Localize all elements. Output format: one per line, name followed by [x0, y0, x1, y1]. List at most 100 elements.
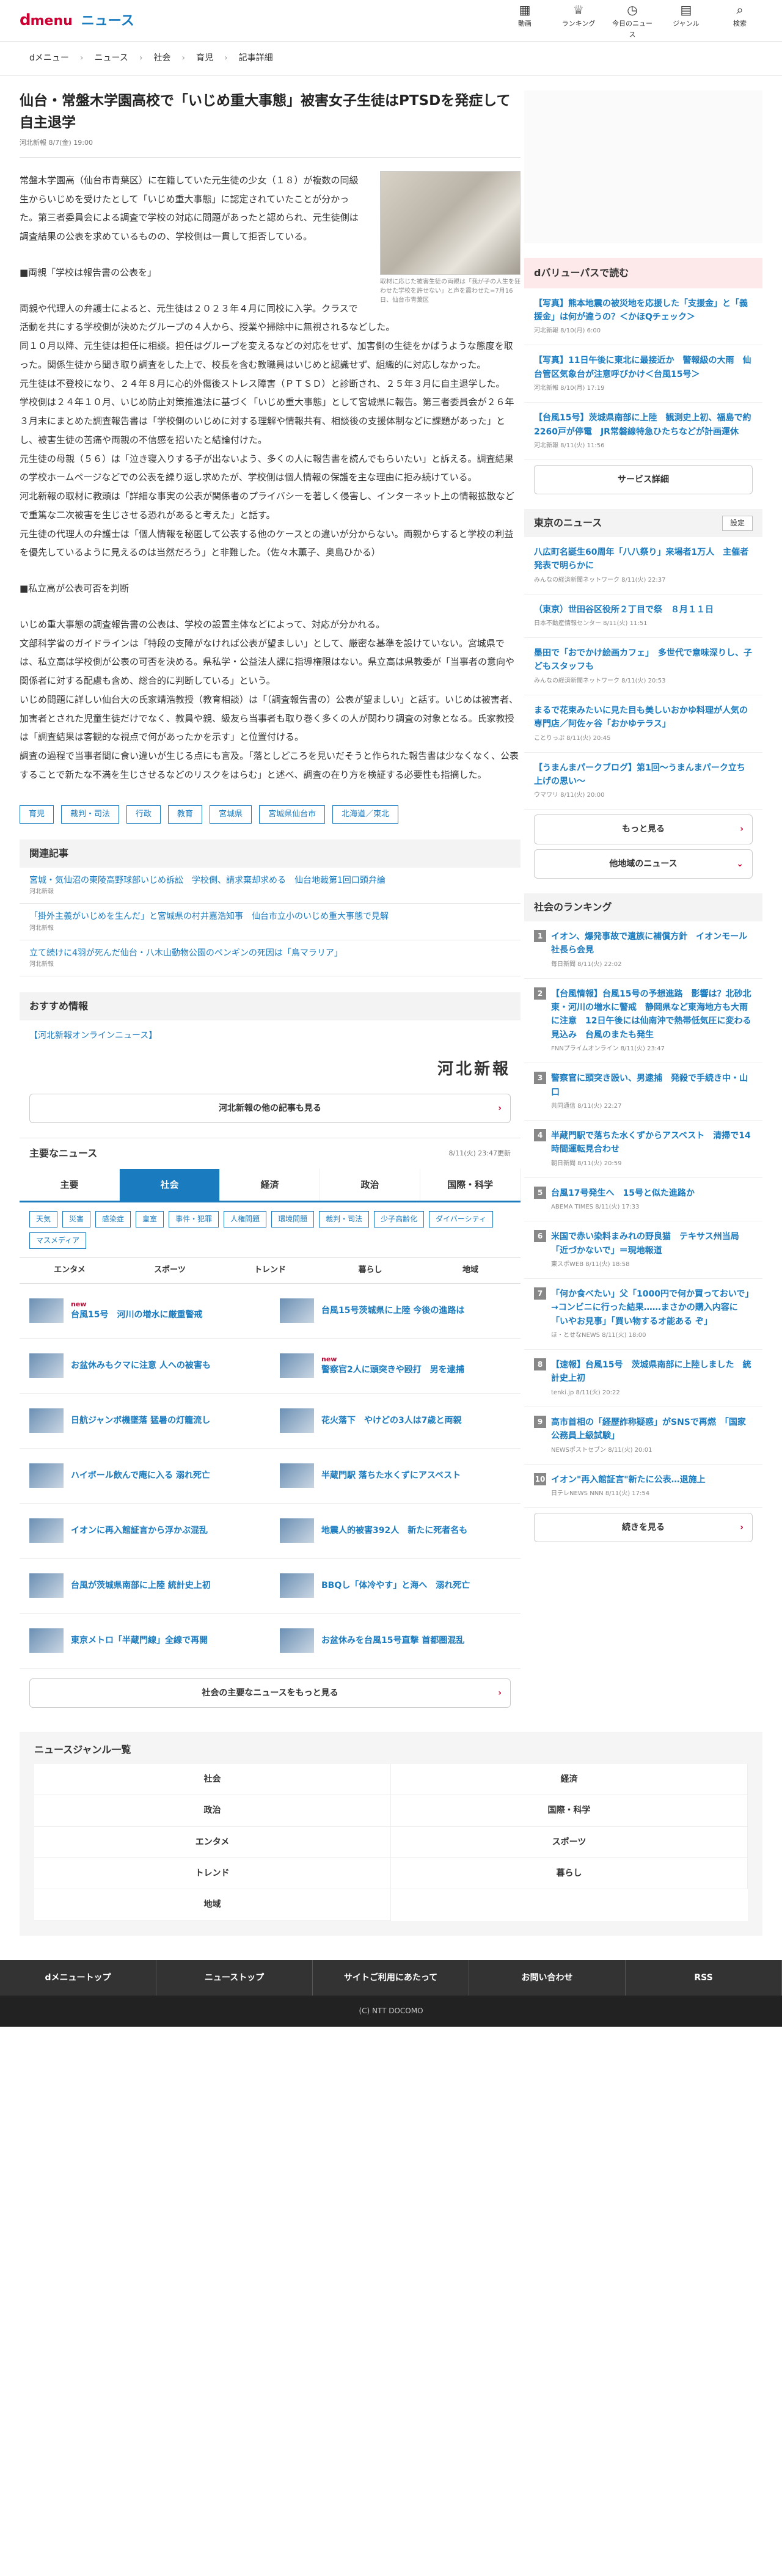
genre-link[interactable]: 経済 [391, 1763, 748, 1796]
nav-today[interactable]: ◷ 今日のニュース [610, 1, 655, 40]
nav-genre[interactable]: ▤ ジャンル [663, 1, 709, 40]
topic-chip[interactable]: 感染症 [95, 1210, 131, 1228]
service-detail-button[interactable]: サービス詳細 [534, 464, 753, 495]
tab-main[interactable]: 主要 [20, 1168, 120, 1201]
tokyo-news-item[interactable]: 墨田で「おでかけ絵画カフェ」 多世代で意味深りし、子どもスタッフも みんなの経済新… [524, 638, 762, 695]
news-item[interactable]: お盆休みもクマに注意 人への被害も [20, 1339, 270, 1394]
news-item[interactable]: 台風が茨城県南部に上陸 統計史上初 [20, 1559, 270, 1614]
news-item[interactable]: お盆休みを台風15号直撃 首都圏混乱 [270, 1614, 521, 1669]
dvalue-item[interactable]: 【写真】11日午後に東北に最接近か 警報級の大雨 仙台管区気象台が注意呼びかけ＜… [524, 345, 762, 403]
news-item[interactable]: 東京メトロ「半蔵門線」全線で再開 [20, 1614, 270, 1669]
breadcrumb-dmenu[interactable]: dメニュー [29, 51, 69, 65]
topic-chip[interactable]: 皇室 [136, 1210, 164, 1228]
tokyo-settings-button[interactable]: 設定 [722, 515, 753, 531]
tag[interactable]: 北海道／東北 [332, 805, 399, 824]
tab-economy[interactable]: 経済 [220, 1168, 320, 1201]
genre-link[interactable]: 暮らし [391, 1858, 748, 1890]
genre-link[interactable]: 政治 [34, 1795, 391, 1827]
ranking-item[interactable]: 8 【速報】台風15号 茨城県南部に上陸しました 統計史上初 tenki.jp 8/… [524, 1350, 762, 1407]
society-more-button[interactable]: 社会の主要なニュースをもっと見る › [29, 1678, 511, 1708]
nav-video[interactable]: ▦ 動画 [502, 1, 547, 40]
footer-terms[interactable]: サイトご利用にあたって [313, 1959, 469, 1996]
article-tags: 育児 裁判・司法 行政 教育 宮城県 宮城県仙台市 北海道／東北 [20, 805, 521, 824]
tokyo-news-item[interactable]: 八広町名誕生60周年「八八祭り」来場者1万人 主催者発表で明らかに みんなの経済新… [524, 537, 762, 595]
ranking-item[interactable]: 6 米国で赤い染料まみれの野良猫 テキサス州当局「近づかないで」＝現地報道 東スポW… [524, 1221, 762, 1279]
subtab-sports[interactable]: スポーツ [120, 1258, 220, 1283]
news-item[interactable]: イオンに再入館証言から浮かぶ混乱 [20, 1504, 270, 1559]
article-figure[interactable]: 取材に応じた被害生徒の両親は「我が子の人生を狂わせた学校を許せない」と声を震わせ… [380, 170, 521, 305]
tag[interactable]: 宮城県仙台市 [259, 805, 326, 824]
ranking-source: ほ・とせなNEWS 8/11(火) 18:00 [551, 1332, 646, 1339]
footer-contact[interactable]: お問い合わせ [469, 1959, 626, 1996]
tokyo-news-item[interactable]: 【うまんまパークブログ】第1回〜うまんまパーク立ち上げの思い〜 ウマワリ 8/11… [524, 753, 762, 810]
related-item[interactable]: 「掛外主義がいじめを生んだ」と宮城県の村井嘉浩知事 仙台市立小のいじめ重大事態で… [20, 904, 521, 940]
tab-international[interactable]: 国際・科学 [420, 1168, 521, 1201]
topic-chip[interactable]: 少子高齢化 [374, 1210, 425, 1228]
news-item[interactable]: 半蔵門駅 落ちた水くずにアスベスト [270, 1449, 521, 1504]
ranking-item[interactable]: 9 高市首相の「経歴詐称疑惑」がSNSで再燃 「国家公務員上級試験」 NEWSポスト… [524, 1407, 762, 1465]
tag[interactable]: 行政 [126, 805, 161, 824]
tab-politics[interactable]: 政治 [320, 1168, 420, 1201]
tag[interactable]: 教育 [168, 805, 203, 824]
subtab-local[interactable]: 地域 [420, 1258, 521, 1283]
tokyo-news-source: みんなの経済新聞ネットワーク 8/11(火) 20:53 [534, 677, 666, 684]
subtab-entertainment[interactable]: エンタメ [20, 1258, 120, 1283]
ranking-item[interactable]: 7 「何か食べたい」父「1000円で何か買っておいで」→コンビニに行った結果……ま… [524, 1279, 762, 1350]
topic-chip[interactable]: 天気 [29, 1210, 58, 1228]
news-item[interactable]: 日航ジャンボ機墜落 猛暑の灯籠流し [20, 1394, 270, 1449]
tag[interactable]: 育児 [20, 805, 54, 824]
genre-link[interactable]: 社会 [34, 1763, 391, 1796]
breadcrumb-childcare[interactable]: 育児 [196, 51, 213, 65]
related-item[interactable]: 宮城・気仙沼の東陵高野球部いじめ訴訟 学校側、請求棄却求める 仙台地裁第1回口頭… [20, 868, 521, 904]
tag[interactable]: 裁判・司法 [61, 805, 120, 824]
topic-chip[interactable]: マスメディア [29, 1232, 87, 1250]
tokyo-more-button[interactable]: もっと見る › [534, 814, 753, 844]
footer-news-top[interactable]: ニューストップ [156, 1959, 313, 1996]
news-item[interactable]: new 警察官2人に頭突きや殴打 男を逮捕 [270, 1339, 521, 1394]
topic-chip[interactable]: ダイバーシティ [429, 1210, 493, 1228]
topic-chip[interactable]: 環境問題 [271, 1210, 315, 1228]
subtab-life[interactable]: 暮らし [320, 1258, 420, 1283]
related-item[interactable]: 立て続けに4羽が死んだ仙台・八木山動物公園のペンギンの死因は「鳥マラリア」 河北新… [20, 940, 521, 977]
news-item[interactable]: 地震人的被害392人 新たに死者名も [270, 1504, 521, 1559]
ranking-item[interactable]: 5 台風17号発生へ 15号と似た進路か ABEMA TIMES 8/11(火) 1… [524, 1178, 762, 1222]
topic-chip[interactable]: 災害 [62, 1210, 91, 1228]
dmenu-news-logo[interactable]: d menu ニュース [20, 8, 134, 34]
genre-link[interactable]: トレンド [34, 1858, 391, 1890]
ranking-item[interactable]: 4 半蔵門駅で落ちた水くずからアスベスト 清掃で14時間運転見合わせ 朝日新聞 8/… [524, 1121, 762, 1178]
dvalue-item[interactable]: 【写真】熊本地震の被災地を応援した「支援金」と「義援金」は何が違うの？＜かほQチ… [524, 288, 762, 346]
kahoku-more-button[interactable]: 河北新報の他の記事も見る › [29, 1093, 511, 1124]
news-item[interactable]: ハイボール飲んで庵に入る 溺れ死亡 [20, 1449, 270, 1504]
news-item[interactable]: 花火落下 やけどの3人は7歳と両親 [270, 1394, 521, 1449]
ranking-item[interactable]: 1 イオン、爆発事故で遺族に補償方針 イオンモール社長ら会見 毎日新聞 8/11(火… [524, 921, 762, 979]
genre-link[interactable]: エンタメ [34, 1826, 391, 1859]
recommend-link[interactable]: 【河北新報オンラインニュース】 [20, 1020, 521, 1051]
breadcrumb-news[interactable]: ニュース [95, 51, 128, 65]
ranking-item[interactable]: 2 【台風情報】台風15号の予想進路 影響は？北砂北東・河川の増水に警戒 静岡県な… [524, 979, 762, 1064]
genre-link[interactable]: 地域 [34, 1889, 391, 1921]
topic-chip[interactable]: 裁判・司法 [319, 1210, 370, 1228]
nav-ranking-label: ランキング [561, 19, 596, 27]
nav-search[interactable]: ⌕ 検索 [717, 1, 762, 40]
footer-dmenu-top[interactable]: dメニュートップ [0, 1959, 156, 1996]
tokyo-news-item[interactable]: まるで花束みたいに見た目も美しいおかゆ料理が人気の専門店／阿佐ヶ谷「おかゆテラス… [524, 695, 762, 753]
topic-chip[interactable]: 人権問題 [224, 1210, 267, 1228]
ranking-item[interactable]: 10 イオン"再入館証言"新たに公表…退施上 日テレNEWS NNN 8/11(火)… [524, 1465, 762, 1509]
dvalue-item[interactable]: 【台風15号】茨城県南部に上陸 観測史上初、福島で約2260戸が停電 JR常磐線… [524, 403, 762, 460]
news-item[interactable]: BBQし「体冷やす」と海へ 溺れ死亡 [270, 1559, 521, 1614]
footer-rss[interactable]: RSS [626, 1959, 782, 1996]
breadcrumb-society[interactable]: 社会 [153, 51, 170, 65]
tag[interactable]: 宮城県 [210, 805, 252, 824]
genre-link[interactable]: 国際・科学 [391, 1795, 748, 1827]
nav-ranking[interactable]: ♕ ランキング [556, 1, 601, 40]
ranking-item[interactable]: 3 警察官に頭突き殴い、男逮捕 発殺で手続き中・山口 共同通信 8/11(火) 22… [524, 1063, 762, 1121]
genre-link[interactable]: スポーツ [391, 1826, 748, 1859]
news-item[interactable]: 台風15号茨城県に上陸 今後の進路は [270, 1284, 521, 1339]
subtab-trend[interactable]: トレンド [220, 1258, 320, 1283]
ranking-more-button[interactable]: 続きを見る › [534, 1513, 753, 1543]
topic-chip[interactable]: 事件・犯罪 [169, 1210, 219, 1228]
tokyo-news-item[interactable]: （東京）世田谷区役所２丁目で祭 ８月１１日 日本不動産情報センター 8/11(火)… [524, 595, 762, 639]
tab-society[interactable]: 社会 [120, 1168, 220, 1201]
news-item[interactable]: new 台風15号 河川の増水に厳重警戒 [20, 1284, 270, 1339]
other-region-button[interactable]: 他地域のニュース ⌄ [534, 849, 753, 879]
